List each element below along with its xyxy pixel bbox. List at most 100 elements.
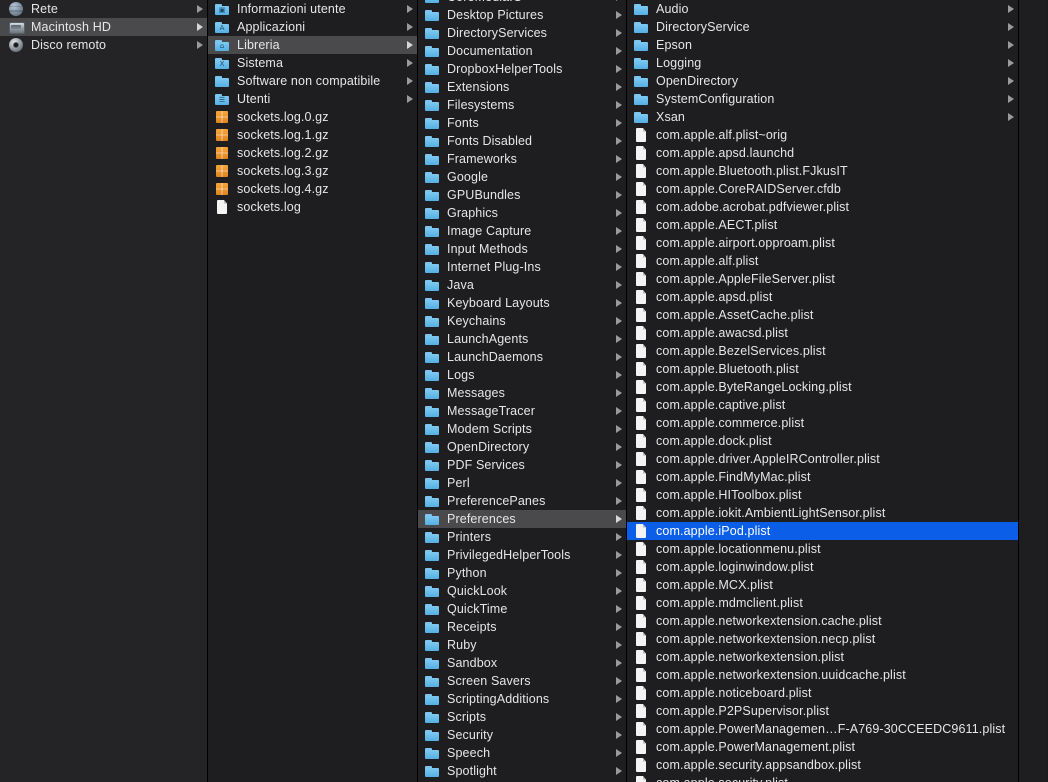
chevron-right-icon[interactable]	[616, 533, 622, 541]
list-item[interactable]: Google	[418, 168, 626, 186]
list-item[interactable]: sockets.log.3.gz	[208, 162, 417, 180]
chevron-right-icon[interactable]	[1008, 41, 1014, 49]
list-item[interactable]: Preferences	[418, 510, 626, 528]
chevron-right-icon[interactable]	[616, 281, 622, 289]
chevron-right-icon[interactable]	[616, 515, 622, 523]
chevron-right-icon[interactable]	[616, 11, 622, 19]
chevron-right-icon[interactable]	[616, 299, 622, 307]
list-item[interactable]: com.adobe.acrobat.pdfviewer.plist	[627, 198, 1018, 216]
list-item[interactable]: Desktop Pictures	[418, 6, 626, 24]
list-item[interactable]: Fonts Disabled	[418, 132, 626, 150]
list-item[interactable]: com.apple.networkextension.uuidcache.pli…	[627, 666, 1018, 684]
list-item[interactable]: com.apple.FindMyMac.plist	[627, 468, 1018, 486]
list-item[interactable]: MessageTracer	[418, 402, 626, 420]
chevron-right-icon[interactable]	[616, 425, 622, 433]
list-item[interactable]: com.apple.CoreRAIDServer.cfdb	[627, 180, 1018, 198]
list-item[interactable]: Modem Scripts	[418, 420, 626, 438]
list-item[interactable]: com.apple.Bluetooth.plist.FJkusIT	[627, 162, 1018, 180]
list-item[interactable]: com.apple.apsd.launchd	[627, 144, 1018, 162]
list-item[interactable]: Logs	[418, 366, 626, 384]
list-item[interactable]: LaunchAgents	[418, 330, 626, 348]
list-item[interactable]: Scripts	[418, 708, 626, 726]
chevron-right-icon[interactable]	[197, 41, 203, 49]
chevron-right-icon[interactable]	[616, 587, 622, 595]
list-item[interactable]: com.apple.AssetCache.plist	[627, 306, 1018, 324]
list-item[interactable]: PreferencePanes	[418, 492, 626, 510]
chevron-right-icon[interactable]	[616, 29, 622, 37]
list-item[interactable]: com.apple.locationmenu.plist	[627, 540, 1018, 558]
list-item[interactable]: com.apple.PowerManagemen…F-A769-30CCEEDC…	[627, 720, 1018, 738]
list-item[interactable]: com.apple.P2PSupervisor.plist	[627, 702, 1018, 720]
list-item[interactable]: Messages	[418, 384, 626, 402]
list-item[interactable]: com.apple.AECT.plist	[627, 216, 1018, 234]
list-item[interactable]: Printers	[418, 528, 626, 546]
chevron-right-icon[interactable]	[616, 497, 622, 505]
chevron-right-icon[interactable]	[197, 23, 203, 31]
chevron-right-icon[interactable]	[616, 227, 622, 235]
list-item[interactable]: com.apple.alf.plist	[627, 252, 1018, 270]
chevron-right-icon[interactable]	[616, 479, 622, 487]
list-item[interactable]: OpenDirectory	[627, 72, 1018, 90]
list-item[interactable]: Python	[418, 564, 626, 582]
chevron-right-icon[interactable]	[616, 65, 622, 73]
chevron-right-icon[interactable]	[1008, 77, 1014, 85]
chevron-right-icon[interactable]	[407, 41, 413, 49]
chevron-right-icon[interactable]	[616, 551, 622, 559]
chevron-right-icon[interactable]	[1008, 23, 1014, 31]
chevron-right-icon[interactable]	[616, 209, 622, 217]
list-item[interactable]: sockets.log.4.gz	[208, 180, 417, 198]
list-item[interactable]: Documentation	[418, 42, 626, 60]
chevron-right-icon[interactable]	[616, 191, 622, 199]
list-item[interactable]: com.apple.security.appsandbox.plist	[627, 756, 1018, 774]
list-item[interactable]: com.apple.noticeboard.plist	[627, 684, 1018, 702]
list-item[interactable]: Filesystems	[418, 96, 626, 114]
list-item[interactable]: Rete	[0, 0, 207, 18]
list-item[interactable]: Epson	[627, 36, 1018, 54]
list-item[interactable]: Receipts	[418, 618, 626, 636]
chevron-right-icon[interactable]	[1008, 59, 1014, 67]
chevron-right-icon[interactable]	[616, 659, 622, 667]
list-item[interactable]: com.apple.captive.plist	[627, 396, 1018, 414]
list-item[interactable]: Image Capture	[418, 222, 626, 240]
list-item[interactable]: com.apple.commerce.plist	[627, 414, 1018, 432]
list-item[interactable]: DirectoryServices	[418, 24, 626, 42]
list-item[interactable]: Keychains	[418, 312, 626, 330]
list-item[interactable]: com.apple.PowerManagement.plist	[627, 738, 1018, 756]
list-item[interactable]: com.apple.airport.opproam.plist	[627, 234, 1018, 252]
list-item[interactable]: Java	[418, 276, 626, 294]
list-item[interactable]: X Sistema	[208, 54, 417, 72]
chevron-right-icon[interactable]	[616, 137, 622, 145]
chevron-right-icon[interactable]	[616, 371, 622, 379]
chevron-right-icon[interactable]	[616, 173, 622, 181]
list-item[interactable]: Macintosh HD	[0, 18, 207, 36]
list-item[interactable]: Frameworks	[418, 150, 626, 168]
chevron-right-icon[interactable]	[407, 95, 413, 103]
list-item[interactable]: ▣ Informazioni utente	[208, 0, 417, 18]
chevron-right-icon[interactable]	[616, 767, 622, 775]
list-item[interactable]: DirectoryService	[627, 18, 1018, 36]
list-item[interactable]: com.apple.MCX.plist	[627, 576, 1018, 594]
list-item[interactable]: Security	[418, 726, 626, 744]
list-item[interactable]: QuickLook	[418, 582, 626, 600]
list-item[interactable]: sockets.log.0.gz	[208, 108, 417, 126]
list-item[interactable]: Internet Plug-Ins	[418, 258, 626, 276]
list-item[interactable]: Input Methods	[418, 240, 626, 258]
column-devices-sidebar[interactable]: Rete Macintosh HD Disco remoto	[0, 0, 208, 782]
list-item[interactable]: com.apple.apsd.plist	[627, 288, 1018, 306]
chevron-right-icon[interactable]	[616, 641, 622, 649]
list-item[interactable]: Audio	[627, 0, 1018, 18]
chevron-right-icon[interactable]	[616, 83, 622, 91]
chevron-right-icon[interactable]	[616, 101, 622, 109]
list-item[interactable]: Software non compatibile	[208, 72, 417, 90]
list-item[interactable]: com.apple.mdmclient.plist	[627, 594, 1018, 612]
chevron-right-icon[interactable]	[616, 245, 622, 253]
chevron-right-icon[interactable]	[616, 713, 622, 721]
chevron-right-icon[interactable]	[616, 461, 622, 469]
chevron-right-icon[interactable]	[616, 155, 622, 163]
list-item[interactable]: Disco remoto	[0, 36, 207, 54]
chevron-right-icon[interactable]	[616, 317, 622, 325]
chevron-right-icon[interactable]	[407, 5, 413, 13]
list-item[interactable]: com.apple.networkextension.necp.plist	[627, 630, 1018, 648]
chevron-right-icon[interactable]	[616, 695, 622, 703]
list-item[interactable]: Sandbox	[418, 654, 626, 672]
